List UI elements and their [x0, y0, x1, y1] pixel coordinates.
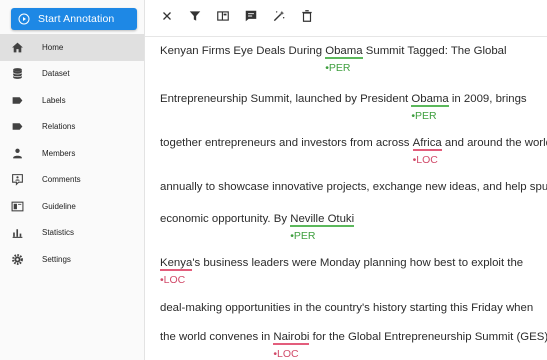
- text-segment: Kenyan Firms Eye Deals During: [160, 45, 326, 57]
- entity-label-tag[interactable]: •PER: [411, 110, 436, 122]
- entity-label-tag[interactable]: •LOC: [413, 154, 438, 166]
- person-icon: [10, 146, 24, 160]
- label-icon: [10, 120, 24, 134]
- text-line: Kenyan Firms Eye Deals During Obama •PER …: [160, 45, 507, 74]
- sidebar-item-label: Labels: [42, 95, 66, 105]
- text-line: together entrepreneurs and investors fro…: [160, 137, 547, 166]
- entity-span[interactable]: Obama •PER: [411, 93, 449, 122]
- text-segment: economic opportunity. By: [160, 213, 291, 225]
- entity-underline: [412, 149, 442, 151]
- view-column-icon: [216, 9, 230, 28]
- sidebar-item-members[interactable]: Members: [0, 140, 144, 167]
- sidebar-item-guideline[interactable]: Guideline: [0, 193, 144, 220]
- annotation-toolbar: [145, 0, 547, 37]
- entity-text: Obama: [411, 93, 449, 105]
- text-line: Entrepreneurship Summit, launched by Pre…: [160, 93, 527, 122]
- sidebar-item-statistics[interactable]: Statistics: [0, 220, 144, 247]
- entity-label-tag[interactable]: •PER: [325, 62, 350, 74]
- entity-underline: [325, 57, 363, 59]
- text-line: the world convenes in Nairobi •LOC for th…: [160, 331, 547, 360]
- close-icon: [160, 9, 174, 28]
- entity-text: Africa: [412, 137, 442, 149]
- sidebar-nav: Home Dataset Labels Relations Members Comment…: [0, 34, 144, 273]
- filter-button[interactable]: [181, 4, 209, 32]
- sidebar-item-label: Home: [42, 42, 64, 52]
- label-icon: [10, 93, 24, 107]
- delete-button[interactable]: [293, 4, 321, 32]
- text-segment: and around the world: [441, 137, 547, 149]
- entity-text: Kenya: [160, 257, 193, 269]
- sidebar-item-label: Statistics: [42, 228, 75, 238]
- entity-underline: [273, 343, 310, 345]
- text-line: Kenya •LOC 's business leaders were Monday…: [160, 257, 524, 286]
- comment-button[interactable]: [237, 4, 265, 32]
- entity-span[interactable]: Nairobi •LOC: [273, 331, 310, 360]
- auto-label-button[interactable]: [265, 4, 293, 32]
- sidebar-item-home[interactable]: Home: [0, 34, 144, 61]
- entity-underline: [411, 105, 449, 107]
- sidebar-item-label: Settings: [42, 254, 71, 264]
- entity-underline: [160, 269, 193, 271]
- sidebar-item-relations[interactable]: Relations: [0, 114, 144, 141]
- delete-icon: [300, 9, 314, 28]
- entity-span[interactable]: Obama •PER: [325, 45, 363, 74]
- magic-wand-icon: [272, 9, 286, 28]
- text-segment: in 2009, brings: [448, 93, 527, 105]
- entity-label-tag[interactable]: •PER: [290, 230, 315, 242]
- sidebar-item-label: Comments: [42, 175, 81, 185]
- layout-button[interactable]: [209, 4, 237, 32]
- play-circle-icon: [18, 13, 36, 25]
- sidebar-item-label: Dataset: [42, 69, 70, 79]
- gear-icon: [10, 252, 24, 266]
- text-segment: for the Global Entrepreneurship Summit (…: [309, 331, 547, 343]
- start-annotation-button[interactable]: Start Annotation: [11, 8, 137, 30]
- sidebar-item-label: Relations: [42, 122, 76, 132]
- text-segment: together entrepreneurs and investors fro…: [160, 137, 413, 149]
- sidebar: Start Annotation Home Dataset Labels Relati…: [0, 0, 145, 360]
- sidebar-item-comments[interactable]: Comments: [0, 167, 144, 194]
- text-segment: 's business leaders were Monday planning…: [192, 257, 524, 269]
- chart-bar-icon: [10, 226, 24, 240]
- entity-underline: [290, 225, 355, 227]
- comment-icon: [244, 9, 258, 28]
- text-segment: Entrepreneurship Summit, launched by Pre…: [160, 93, 412, 105]
- book-open-icon: [10, 199, 24, 213]
- start-annotation-label: Start Annotation: [38, 13, 115, 25]
- text-line: annually to showcase innovative projects…: [160, 181, 547, 193]
- sidebar-item-label: Members: [42, 148, 76, 158]
- text-line: deal-making opportunities in the country…: [160, 302, 533, 314]
- comment-account-icon: [10, 173, 24, 187]
- entity-text: Obama: [325, 45, 363, 57]
- entity-label-tag[interactable]: •LOC: [273, 348, 298, 360]
- entity-span[interactable]: Kenya •LOC: [160, 257, 193, 286]
- text-segment: annually to showcase innovative projects…: [160, 181, 547, 193]
- database-icon: [10, 67, 24, 81]
- sidebar-item-settings[interactable]: Settings: [0, 246, 144, 273]
- entity-label-tag[interactable]: •LOC: [160, 274, 185, 286]
- text-segment: Summit Tagged: The Global: [362, 45, 507, 57]
- entity-span[interactable]: Neville Otuki •PER: [290, 213, 355, 242]
- sidebar-item-label: Guideline: [42, 201, 76, 211]
- filter-icon: [188, 9, 202, 28]
- text-segment: the world convenes in: [160, 331, 274, 343]
- text-segment: deal-making opportunities in the country…: [160, 302, 534, 314]
- text-line: economic opportunity. By Neville Otuki •P…: [160, 213, 355, 242]
- close-button[interactable]: [153, 4, 181, 32]
- entity-span[interactable]: Africa •LOC: [412, 137, 442, 166]
- entity-text: Nairobi: [273, 331, 310, 343]
- entity-text: Neville Otuki: [290, 213, 355, 225]
- home-icon: [10, 40, 24, 54]
- sidebar-item-labels[interactable]: Labels: [0, 87, 144, 114]
- sidebar-item-dataset[interactable]: Dataset: [0, 61, 144, 88]
